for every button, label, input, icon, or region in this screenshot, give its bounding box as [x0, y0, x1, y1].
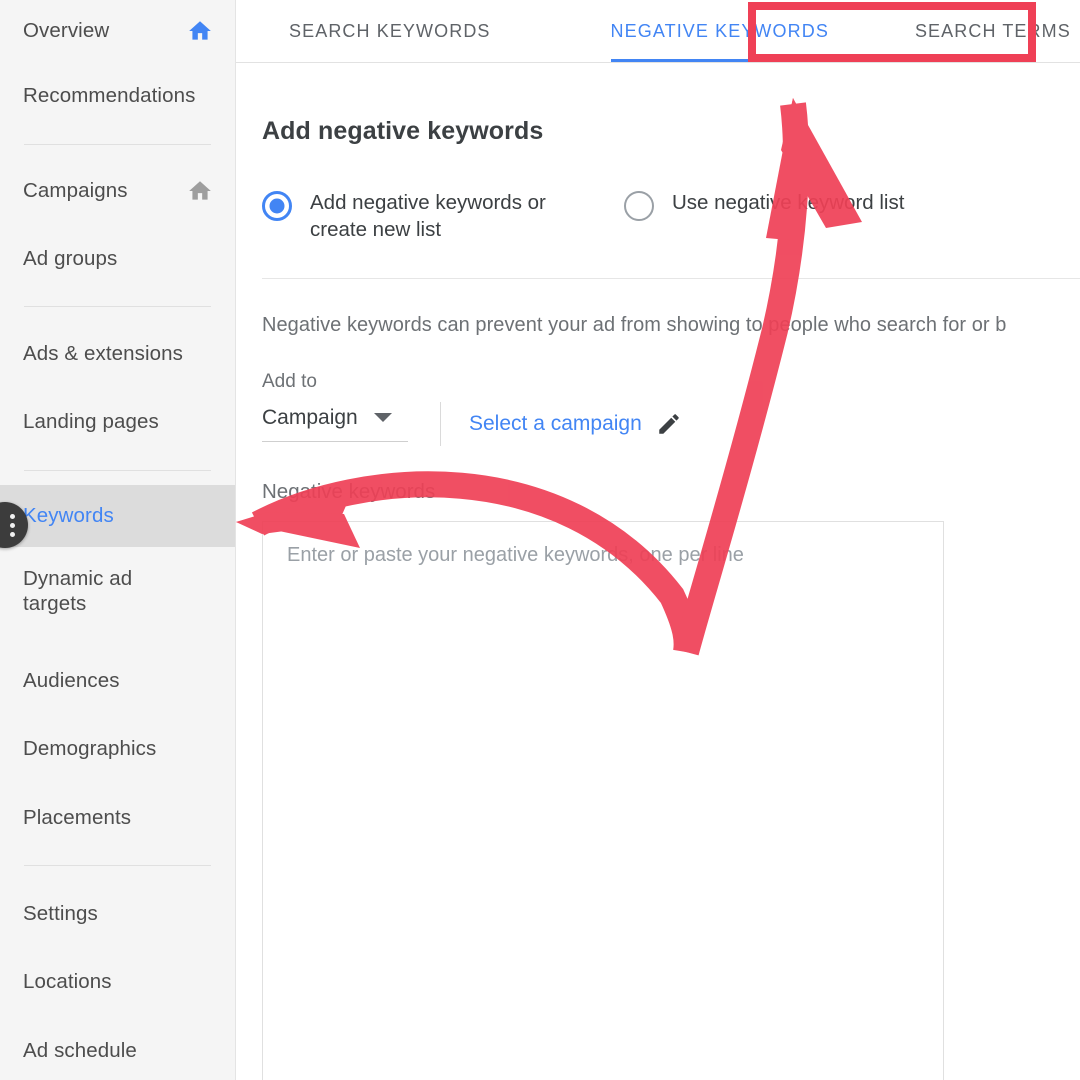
radio-button-selected-icon[interactable] [262, 191, 292, 221]
section-divider [262, 277, 1080, 279]
sidebar-item-keywords[interactable]: Keywords [0, 485, 235, 547]
sidebar-item-label: Ad groups [23, 246, 118, 270]
google-ads-negative-keywords-screen: Overview Recommendations Campaigns Ad gr… [0, 0, 1080, 1080]
sidebar-item-label: Settings [23, 901, 98, 925]
sidebar-divider-3 [24, 470, 211, 471]
sidebar-item-label: Campaigns [23, 178, 128, 202]
add-to-row: Campaign Select a campaign [262, 401, 1080, 446]
tab-label: SEARCH TERMS [914, 21, 1071, 41]
home-icon [189, 21, 211, 40]
negative-keywords-textarea[interactable]: Enter or paste your negative keywords, o… [262, 520, 944, 1080]
sidebar-item-landing-pages[interactable]: Landing pages [0, 388, 235, 456]
radio-label: Add negative keywords or create new list [310, 191, 546, 242]
negative-keywords-label: Negative keywords [262, 479, 436, 503]
sidebar-item-settings[interactable]: Settings [0, 880, 235, 948]
sidebar-item-locations[interactable]: Locations [0, 948, 235, 1017]
page-title: Add negative keywords [262, 117, 544, 145]
sidebar-item-ads-extensions[interactable]: Ads & extensions [0, 320, 235, 388]
tab-label: SEARCH KEYWORDS [289, 21, 491, 41]
sidebar-divider-4 [24, 865, 211, 866]
tab-bar: SEARCH KEYWORDS NEGATIVE KEYWORDS SEARCH… [236, 0, 1080, 63]
sidebar-item-label: Recommendations [23, 83, 196, 107]
select-campaign-label: Select a campaign [469, 411, 642, 435]
sidebar-item-label: Placements [23, 805, 132, 829]
radio-use-negative-keyword-list[interactable]: Use negative keyword list [624, 189, 904, 221]
sidebar-item-label: Landing pages [23, 409, 159, 433]
sidebar-item-placements[interactable]: Placements [0, 784, 235, 852]
sidebar-item-audiences[interactable]: Audiences [0, 647, 235, 715]
sidebar-item-label: Demographics [23, 737, 157, 761]
sidebar-item-label: Locations [23, 970, 112, 994]
tab-search-keywords[interactable]: SEARCH KEYWORDS [275, 0, 505, 62]
sidebar-item-demographics[interactable]: Demographics [0, 715, 235, 784]
sidebar-item-campaigns[interactable]: Campaigns [0, 157, 235, 225]
vertical-divider [440, 401, 441, 446]
sidebar-item-overview[interactable]: Overview [0, 0, 235, 62]
add-negative-keywords-form: Add negative keywords Add negative keywo… [236, 117, 1080, 1080]
chevron-down-icon[interactable] [373, 413, 392, 422]
select-campaign-link[interactable]: Select a campaign [469, 411, 682, 437]
tab-negative-keywords[interactable]: NEGATIVE KEYWORDS [597, 0, 843, 62]
tab-search-terms[interactable]: SEARCH TERMS [901, 0, 1080, 62]
sidebar-item-label: Keywords [23, 503, 114, 527]
main-content: SEARCH KEYWORDS NEGATIVE KEYWORDS SEARCH… [236, 0, 1080, 1080]
drag-handle-icon [9, 513, 15, 537]
radio-button-unselected-icon[interactable] [624, 191, 654, 221]
sidebar-item-dynamic-ad-targets[interactable]: Dynamic ad targets [0, 559, 235, 647]
radio-add-negative-keywords[interactable]: Add negative keywords or create new list [262, 189, 580, 244]
sidebar-item-label: Ads & extensions [23, 341, 183, 365]
sidebar-item-label: Ad schedule [23, 1038, 137, 1062]
sidebar-item-label: Audiences [23, 668, 120, 692]
radio-label: Use negative keyword list [672, 191, 905, 214]
home-icon [189, 181, 211, 200]
tab-label: NEGATIVE KEYWORDS [610, 21, 829, 41]
keyword-source-radio-group: Add negative keywords or create new list… [262, 189, 1080, 244]
negative-keywords-placeholder: Enter or paste your negative keywords, o… [287, 543, 744, 566]
pencil-icon[interactable] [656, 411, 682, 437]
sidebar-item-ad-schedule[interactable]: Ad schedule [0, 1017, 235, 1080]
sidebar-item-recommendations[interactable]: Recommendations [0, 62, 235, 130]
sidebar-item-label: Dynamic ad targets [23, 567, 133, 615]
sidebar-divider-2 [24, 306, 211, 307]
form-description: Negative keywords can prevent your ad fr… [262, 313, 1007, 336]
sidebar-divider-1 [24, 144, 211, 145]
sidebar-item-ad-groups[interactable]: Ad groups [0, 225, 235, 293]
sidebar-item-label: Overview [23, 18, 110, 42]
sidebar-navigation: Overview Recommendations Campaigns Ad gr… [0, 0, 236, 1080]
add-to-label: Add to [262, 370, 317, 392]
scope-select-value: Campaign [262, 405, 358, 429]
scope-select[interactable]: Campaign [262, 406, 408, 442]
